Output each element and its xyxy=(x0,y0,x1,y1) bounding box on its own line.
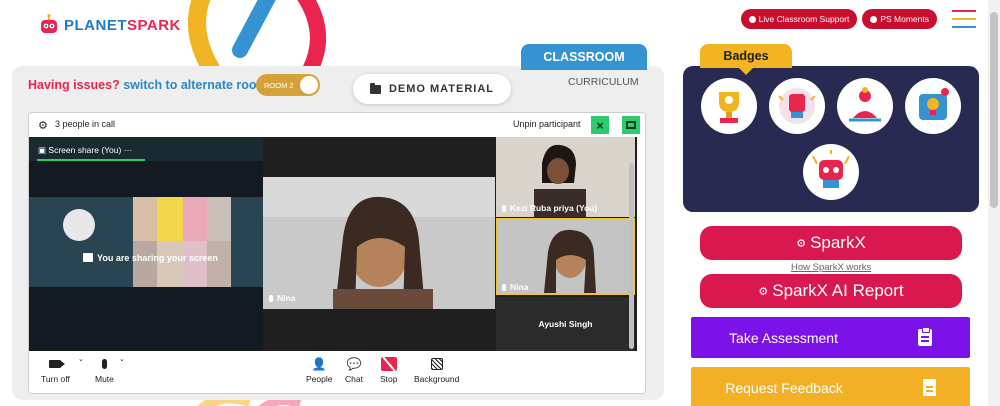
sparkx-gear-icon: ⚙ xyxy=(796,237,807,250)
picture-in-picture-icon[interactable] xyxy=(622,116,640,134)
more-options-icon[interactable]: ⋯ xyxy=(124,145,133,155)
how-sparkx-works-link[interactable]: How SparkX works xyxy=(791,262,871,273)
live-classroom-support-button[interactable]: Live Classroom Support xyxy=(740,9,858,29)
stop-sharing-button[interactable]: Stop xyxy=(380,357,398,384)
room-toggle[interactable]: ROOM 2 xyxy=(256,74,320,96)
mic-icon xyxy=(502,204,506,212)
video-camera-icon xyxy=(49,360,66,368)
hamburger-menu-icon[interactable] xyxy=(952,10,976,28)
screen-share-header: ▣ Screen share (You) ⋯ xyxy=(29,137,263,161)
demo-material-button[interactable]: DEMO MATERIAL xyxy=(353,74,511,104)
people-count: 3 people in call xyxy=(55,119,116,129)
clipboard-icon xyxy=(917,327,932,346)
sparkx-button[interactable]: ⚙ SparkX xyxy=(700,226,962,260)
unpin-participant-label: Unpin participant xyxy=(513,119,581,129)
active-tab-indicator xyxy=(37,159,145,161)
alternate-room-message: Having issues? switch to alternate room xyxy=(28,78,268,92)
participants-scrollbar[interactable] xyxy=(629,163,634,349)
folder-icon xyxy=(369,82,381,94)
sparkx-ai-report-button[interactable]: ⚙ SparkX AI Report xyxy=(700,274,962,308)
tab-classroom[interactable]: CLASSROOM xyxy=(521,44,647,70)
participant-tile-1[interactable]: Kezi Ruba priya (You) xyxy=(496,137,635,217)
main-participant-video[interactable]: Nina xyxy=(263,177,495,309)
background-icon xyxy=(430,358,443,370)
mic-icon xyxy=(502,283,506,291)
document-icon xyxy=(922,379,936,396)
screen-share-preview xyxy=(29,197,263,287)
gear-icon[interactable]: ⚙ xyxy=(38,119,48,132)
scrollbar-thumb[interactable] xyxy=(990,12,998,208)
camera-toggle-button[interactable]: Turn off xyxy=(41,357,70,384)
unpin-close-icon[interactable]: × xyxy=(591,116,609,134)
participant-name-tag: Kezi Ruba priya (You) xyxy=(502,203,597,213)
participant-tile-3[interactable]: Ayushi Singh xyxy=(496,297,635,351)
toggle-knob xyxy=(300,76,318,94)
chat-icon: 💬 xyxy=(346,357,362,371)
ps-moments-button[interactable]: PS Moments xyxy=(862,9,937,29)
speaker-badge-icon[interactable] xyxy=(769,78,825,134)
header-actions: Live Classroom Support PS Moments xyxy=(740,9,976,29)
trophy-badge-icon[interactable] xyxy=(701,78,757,134)
sharing-screen-message: You are sharing your screen xyxy=(97,253,218,263)
robot-logo-icon xyxy=(41,14,57,33)
participant-tile-2[interactable]: Nina xyxy=(496,218,635,295)
background-button[interactable]: Background xyxy=(414,357,459,384)
chevron-down-icon[interactable]: ⌄ xyxy=(119,355,125,363)
meditation-badge-icon[interactable] xyxy=(837,78,893,134)
stop-share-icon xyxy=(380,357,397,371)
mute-button[interactable]: Mute xyxy=(95,357,114,384)
camera-dot-icon xyxy=(870,15,878,23)
video-call-window: ⚙ 3 people in call Unpin participant × ▣… xyxy=(28,112,646,394)
badges-title: Badges xyxy=(700,44,792,75)
close-dot-icon xyxy=(748,15,756,23)
screen-share-tile[interactable]: ▣ Screen share (You) ⋯ You are sharing y… xyxy=(29,137,263,351)
participant-name-tag: Nina xyxy=(502,282,528,292)
call-toolbar: ⚙ 3 people in call Unpin participant × xyxy=(29,113,645,137)
participant-video-feed xyxy=(263,177,495,309)
mic-icon xyxy=(269,294,273,302)
avatar xyxy=(63,209,95,241)
video-stage: ▣ Screen share (You) ⋯ You are sharing y… xyxy=(29,137,637,351)
call-controls: Turn off ⌄ Mute ⌄ 👤 People 💬 Chat Stop B… xyxy=(29,351,645,393)
planetspark-logo[interactable]: PLANETSPARK xyxy=(38,14,181,36)
tab-curriculum[interactable]: CURRICULUM xyxy=(568,76,639,88)
request-feedback-button[interactable]: Request Feedback xyxy=(691,367,970,406)
badges-panel xyxy=(683,66,979,212)
page-scrollbar[interactable] xyxy=(988,0,1000,406)
chevron-down-icon[interactable]: ⌄ xyxy=(78,355,84,363)
sparkx-gear-icon: ⚙ xyxy=(758,285,769,298)
people-icon: 👤 xyxy=(311,357,327,371)
people-button[interactable]: 👤 People xyxy=(306,357,332,384)
participant-name: Ayushi Singh xyxy=(538,319,593,329)
participant-name-tag: Nina xyxy=(269,293,295,303)
idea-badge-icon[interactable] xyxy=(905,78,961,134)
robot-badge-icon[interactable] xyxy=(803,144,859,200)
switch-room-link[interactable]: switch to alternate room xyxy=(123,78,267,92)
chat-button[interactable]: 💬 Chat xyxy=(345,357,363,384)
logo-text: PLANETSPARK xyxy=(64,16,181,34)
take-assessment-button[interactable]: Take Assessment xyxy=(691,317,970,358)
microphone-icon xyxy=(101,359,107,369)
screen-share-icon xyxy=(83,253,93,262)
